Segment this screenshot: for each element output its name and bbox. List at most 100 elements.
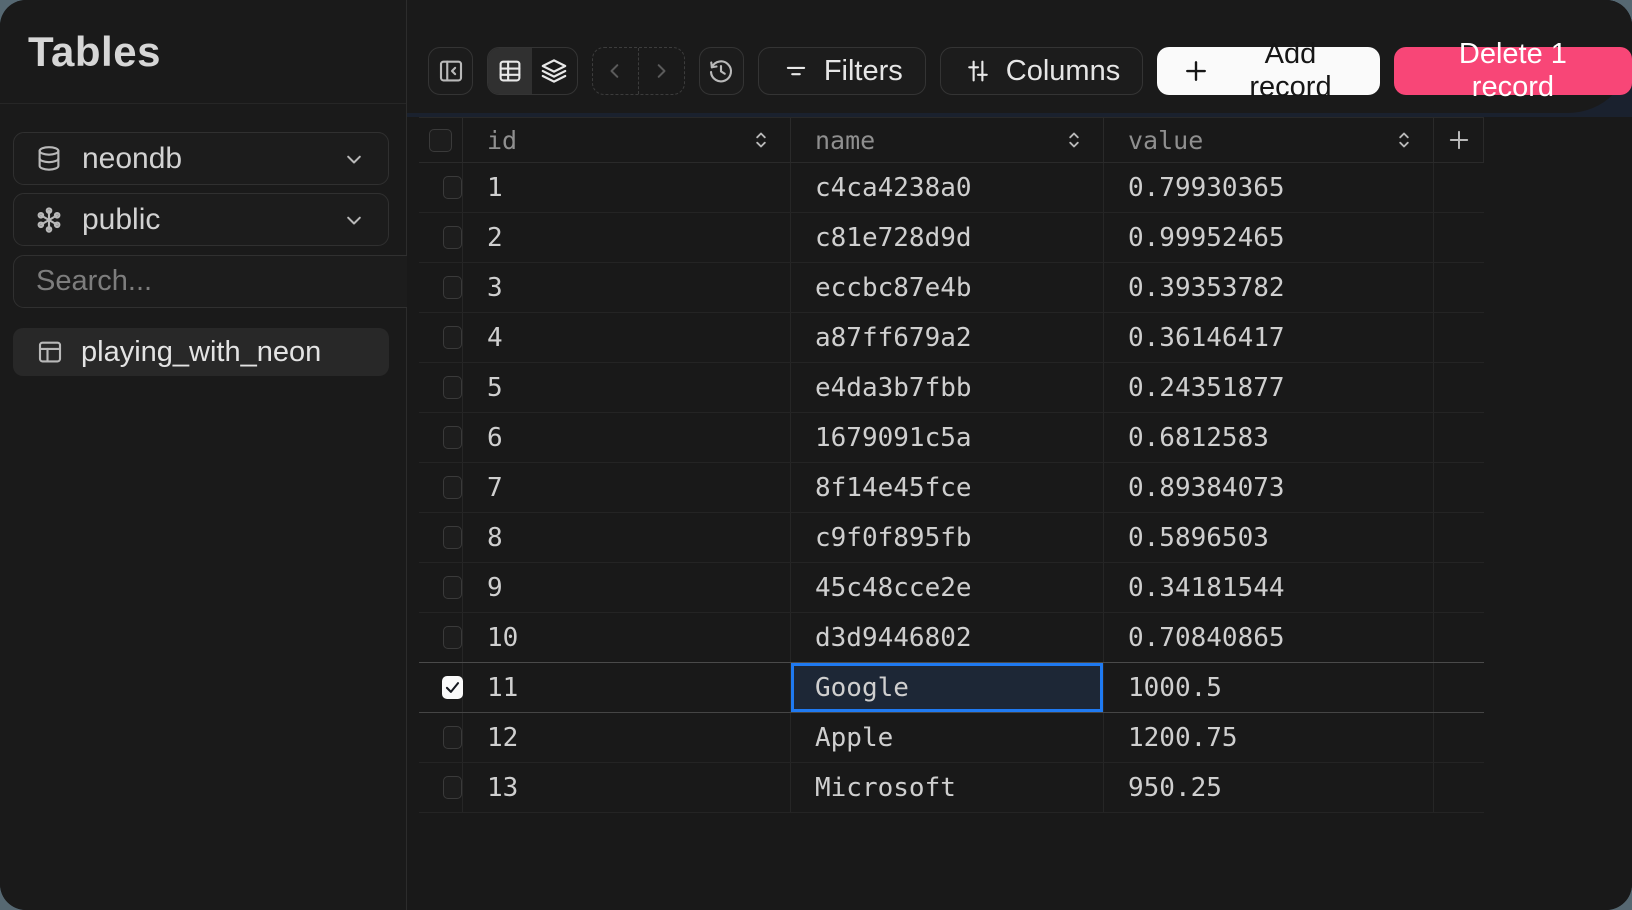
table-row: 12 Apple 1200.75	[419, 713, 1484, 763]
search-box[interactable]	[13, 255, 462, 308]
database-select[interactable]: neondb	[13, 132, 389, 185]
cell-value[interactable]: 0.24351877	[1104, 363, 1434, 412]
row-checkbox[interactable]	[443, 476, 462, 499]
chevron-down-icon	[340, 145, 368, 173]
row-checkbox[interactable]	[443, 426, 462, 449]
next-page-button[interactable]	[638, 48, 684, 94]
collapse-sidebar-button[interactable]	[428, 47, 473, 95]
add-record-button[interactable]: Add record	[1157, 47, 1380, 95]
row-checkbox[interactable]	[443, 526, 462, 549]
cell-value[interactable]: 950.25	[1104, 763, 1434, 812]
sidebar-header: Tables	[0, 0, 406, 104]
cell-id[interactable]: 8	[463, 513, 791, 562]
cell-name[interactable]: Google	[791, 663, 1104, 712]
columns-button-label: Columns	[1006, 55, 1120, 88]
cell-id[interactable]: 13	[463, 763, 791, 812]
cell-id[interactable]: 11	[463, 663, 791, 712]
search-input[interactable]	[34, 264, 415, 299]
cell-value[interactable]: 0.89384073	[1104, 463, 1434, 512]
sort-icon[interactable]	[1391, 127, 1417, 153]
table-row: 3 eccbc87e4b 0.39353782	[419, 263, 1484, 313]
cell-value[interactable]: 0.79930365	[1104, 163, 1434, 212]
row-checkbox[interactable]	[443, 626, 462, 649]
cell-name[interactable]: 45c48cce2e	[791, 563, 1104, 612]
cell-value[interactable]: 0.70840865	[1104, 613, 1434, 662]
plus-icon	[1181, 56, 1211, 86]
row-checkbox-cell[interactable]	[419, 313, 463, 362]
row-checkbox[interactable]	[443, 176, 462, 199]
history-button[interactable]	[699, 47, 744, 95]
row-checkbox-cell[interactable]	[419, 363, 463, 412]
row-checkbox-cell[interactable]	[419, 513, 463, 562]
grid-view-icon	[495, 56, 525, 86]
row-checkbox-cell[interactable]	[419, 463, 463, 512]
column-header-value[interactable]: value	[1104, 118, 1434, 162]
sidebar: Tables neondb	[0, 0, 407, 910]
row-checkbox-cell[interactable]	[419, 613, 463, 662]
cell-value[interactable]: 0.5896503	[1104, 513, 1434, 562]
database-select-label: neondb	[82, 142, 340, 176]
layers-view-toggle[interactable]	[532, 48, 576, 94]
row-checkbox[interactable]	[443, 226, 462, 249]
cell-value[interactable]: 0.34181544	[1104, 563, 1434, 612]
row-checkbox[interactable]	[443, 326, 462, 349]
cell-name[interactable]: 1679091c5a	[791, 413, 1104, 462]
row-checkbox[interactable]	[443, 726, 462, 749]
row-checkbox[interactable]	[443, 776, 462, 799]
cell-id[interactable]: 2	[463, 213, 791, 262]
cell-id[interactable]: 4	[463, 313, 791, 362]
cell-id[interactable]: 3	[463, 263, 791, 312]
row-checkbox[interactable]	[443, 276, 462, 299]
row-checkbox-cell[interactable]	[419, 163, 463, 212]
cell-id[interactable]: 6	[463, 413, 791, 462]
sort-icon[interactable]	[1061, 127, 1087, 153]
sort-icon[interactable]	[748, 127, 774, 153]
row-checkbox-cell[interactable]	[419, 763, 463, 812]
filters-button[interactable]: Filters	[758, 47, 926, 95]
row-checkbox-cell[interactable]	[419, 413, 463, 462]
row-checkbox-cell[interactable]	[419, 263, 463, 312]
cell-name[interactable]: Microsoft	[791, 763, 1104, 812]
cell-value[interactable]: 0.6812583	[1104, 413, 1434, 462]
cell-name[interactable]: Apple	[791, 713, 1104, 762]
row-checkbox[interactable]	[442, 676, 463, 699]
cell-value[interactable]: 0.36146417	[1104, 313, 1434, 362]
cell-name[interactable]: a87ff679a2	[791, 313, 1104, 362]
row-checkbox-cell[interactable]	[419, 713, 463, 762]
columns-button[interactable]: Columns	[940, 47, 1143, 95]
schema-select[interactable]: public	[13, 193, 389, 246]
cell-id[interactable]: 10	[463, 613, 791, 662]
cell-name[interactable]: eccbc87e4b	[791, 263, 1104, 312]
schema-icon	[34, 205, 64, 235]
cell-name[interactable]: 8f14e45fce	[791, 463, 1104, 512]
cell-id[interactable]: 9	[463, 563, 791, 612]
cell-id[interactable]: 7	[463, 463, 791, 512]
cell-name[interactable]: e4da3b7fbb	[791, 363, 1104, 412]
select-all-checkbox[interactable]	[419, 118, 463, 162]
cell-id[interactable]: 5	[463, 363, 791, 412]
cell-name[interactable]: c81e728d9d	[791, 213, 1104, 262]
plus-icon	[1445, 126, 1473, 154]
add-column-button[interactable]	[1434, 118, 1484, 162]
cell-id[interactable]: 1	[463, 163, 791, 212]
row-checkbox[interactable]	[443, 576, 462, 599]
row-checkbox[interactable]	[443, 376, 462, 399]
column-header-id[interactable]: id	[463, 118, 791, 162]
column-header-name[interactable]: name	[791, 118, 1104, 162]
cell-value[interactable]: 1000.5	[1104, 663, 1434, 712]
cell-name[interactable]: d3d9446802	[791, 613, 1104, 662]
table-view-toggle[interactable]	[488, 48, 532, 94]
cell-id[interactable]: 12	[463, 713, 791, 762]
row-checkbox-cell[interactable]	[419, 213, 463, 262]
sidebar-item-table[interactable]: playing_with_neon	[13, 328, 389, 376]
grid-header-row: id name	[419, 117, 1484, 163]
previous-page-button[interactable]	[593, 48, 638, 94]
delete-record-button[interactable]: Delete 1 record	[1394, 47, 1632, 95]
cell-value[interactable]: 1200.75	[1104, 713, 1434, 762]
cell-name[interactable]: c9f0f895fb	[791, 513, 1104, 562]
row-checkbox-cell[interactable]	[419, 563, 463, 612]
cell-value[interactable]: 0.99952465	[1104, 213, 1434, 262]
cell-value[interactable]: 0.39353782	[1104, 263, 1434, 312]
cell-name[interactable]: c4ca4238a0	[791, 163, 1104, 212]
row-checkbox-cell[interactable]	[419, 663, 463, 712]
